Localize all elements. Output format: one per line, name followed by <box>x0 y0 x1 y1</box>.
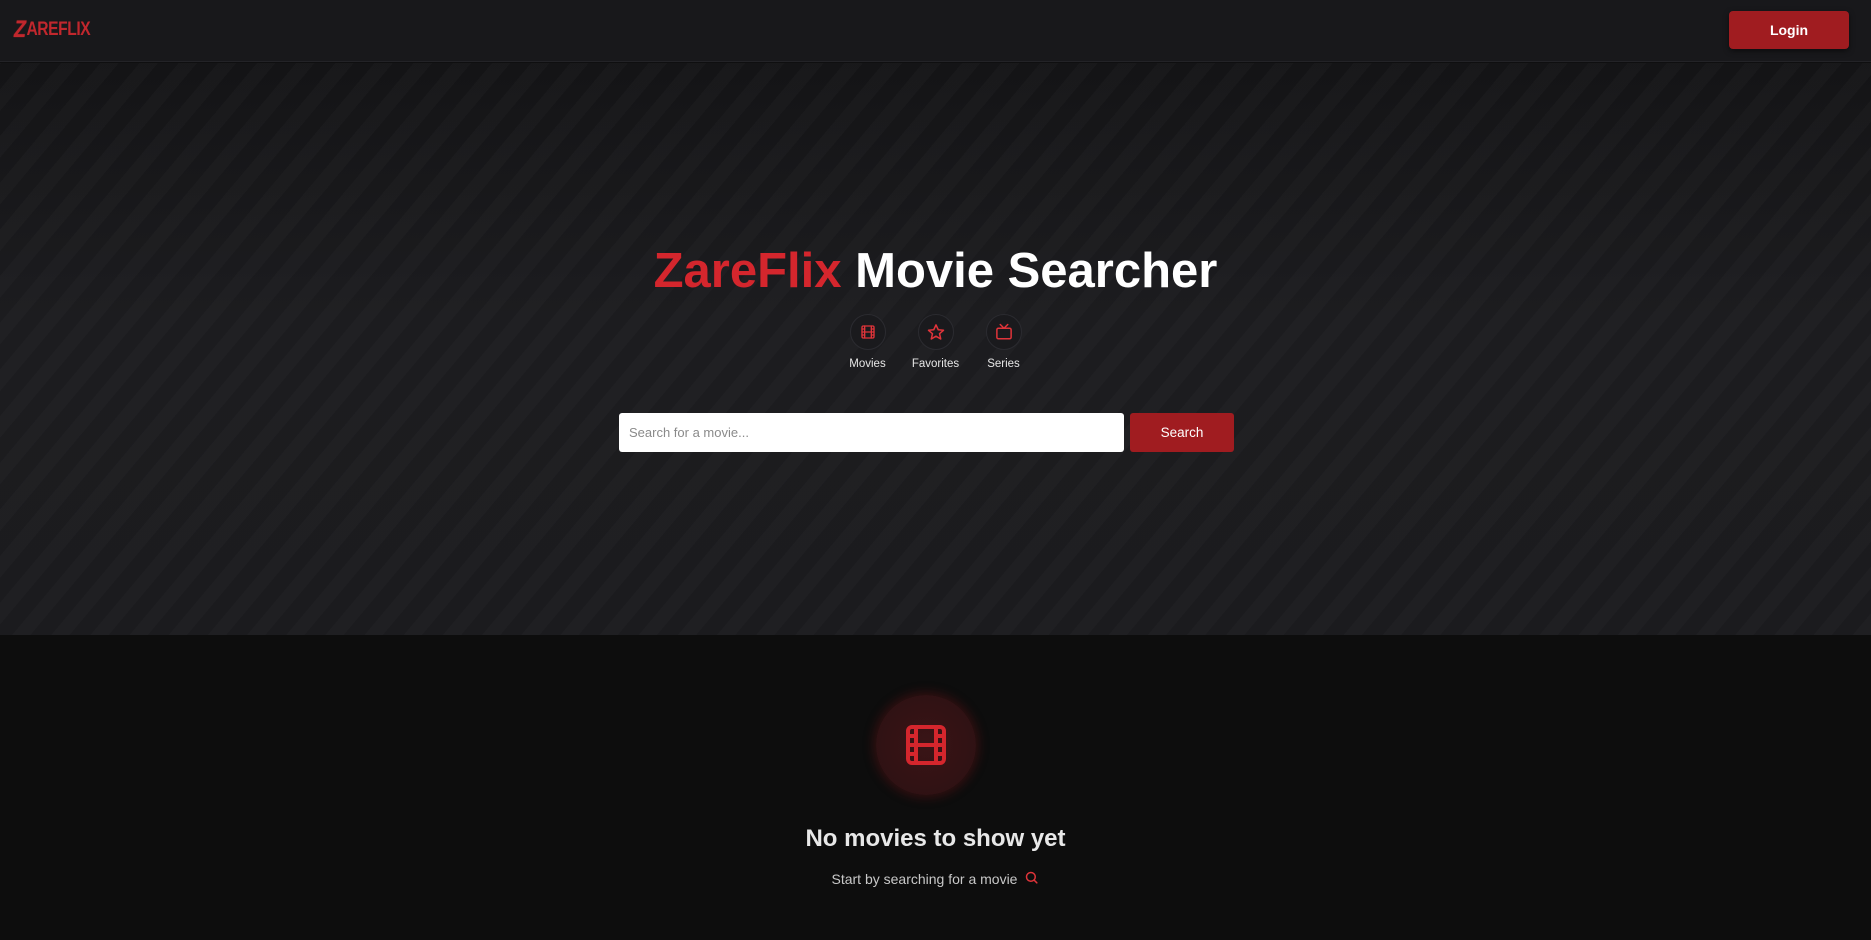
empty-state-title: No movies to show yet <box>805 825 1066 852</box>
empty-state-subtitle-text: Start by searching for a movie <box>831 871 1018 887</box>
category-nav: Movies Favorites Series <box>0 314 1871 370</box>
top-navbar: Z AREFLIX Login <box>0 0 1871 62</box>
title-rest: Movie Searcher <box>855 244 1218 298</box>
nav-label-series: Series <box>987 358 1020 370</box>
search-input[interactable] <box>619 413 1124 452</box>
search-form: Search <box>619 413 1234 452</box>
logo-text: AREFLIX <box>26 19 91 40</box>
logo-initial: Z <box>14 16 26 43</box>
tv-icon <box>985 314 1022 350</box>
title-brand: ZareFlix <box>653 244 842 298</box>
nav-item-favorites[interactable]: Favorites <box>911 314 960 370</box>
nav-label-favorites: Favorites <box>911 358 960 370</box>
empty-state-subtitle: Start by searching for a movie <box>0 870 1871 888</box>
nav-label-movies: Movies <box>849 358 886 370</box>
hero-section: ZareFlix Movie Searcher Movies Favorites… <box>0 63 1871 635</box>
nav-item-movies[interactable]: Movies <box>846 314 890 370</box>
nav-item-series[interactable]: Series <box>982 314 1026 370</box>
search-button[interactable]: Search <box>1130 413 1234 452</box>
film-icon <box>849 314 886 350</box>
results-section: No movies to show yet Start by searching… <box>0 635 1871 940</box>
page-title: ZareFlix Movie Searcher <box>0 241 1871 301</box>
empty-state-film-icon <box>876 695 976 795</box>
star-icon <box>917 314 954 350</box>
zareflix-logo[interactable]: Z AREFLIX <box>14 16 91 43</box>
search-icon <box>1024 870 1039 888</box>
login-button[interactable]: Login <box>1729 11 1849 49</box>
